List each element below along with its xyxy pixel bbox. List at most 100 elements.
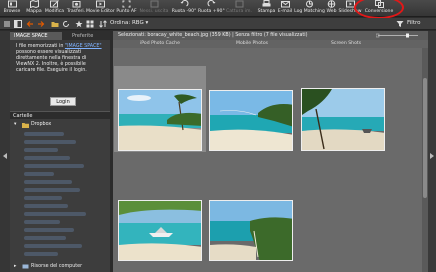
beach-thumbnail[interactable] bbox=[301, 88, 385, 151]
sort-order-dropdown[interactable]: Ordina: RBG ▾ bbox=[110, 20, 148, 26]
filter-button[interactable]: Filtro bbox=[407, 20, 420, 26]
collapse-left-arrow-icon[interactable] bbox=[3, 153, 7, 159]
message-rest: possono essere visualizzati direttamente… bbox=[16, 50, 87, 73]
beach-photo-2 bbox=[210, 91, 292, 150]
thumbnail-cell[interactable] bbox=[207, 66, 299, 152]
capture-button[interactable]: Cattura im. bbox=[225, 0, 253, 17]
message-prefix: I file memorizzati in bbox=[16, 44, 65, 49]
folder-icon bbox=[22, 123, 29, 128]
blurred-folder-row bbox=[24, 252, 58, 256]
blurred-folder-row bbox=[24, 132, 64, 136]
tree-expander-icon[interactable]: ▾ bbox=[14, 122, 16, 127]
browse-button[interactable]: Browse bbox=[1, 0, 23, 17]
map-icon bbox=[29, 0, 39, 8]
beach-photo-1 bbox=[119, 90, 201, 150]
blurred-folder-row bbox=[24, 164, 84, 168]
edit-label: Modifica bbox=[44, 9, 65, 14]
folder-tree: ▾ Dropbox ▸ Risorse del computer bbox=[10, 119, 110, 272]
rotate-left-button[interactable]: Ruota -90° bbox=[171, 0, 197, 17]
folder-label-ipod-photo-cache: iPod Photo Cache bbox=[140, 41, 180, 46]
thumbnail-cell[interactable] bbox=[207, 171, 299, 261]
email-icon bbox=[280, 1, 290, 8]
thumbnail-cell-selected[interactable] bbox=[114, 66, 206, 152]
left-collapse-strip[interactable] bbox=[0, 31, 10, 272]
blurred-folder-row bbox=[24, 188, 80, 192]
thumbnail-cell[interactable] bbox=[299, 66, 391, 152]
menu-icon[interactable] bbox=[3, 20, 11, 28]
thumbnail-cell[interactable] bbox=[114, 171, 206, 261]
map-button[interactable]: Mappa bbox=[24, 0, 44, 17]
browse-label: Browse bbox=[3, 9, 21, 14]
scrollbar-thumb[interactable] bbox=[423, 78, 427, 198]
blurred-folder-row bbox=[24, 244, 82, 248]
print-icon bbox=[262, 0, 271, 7]
right-collapse-strip[interactable] bbox=[428, 31, 436, 272]
view-bar: Ordina: RBG ▾ Filtro bbox=[0, 18, 436, 30]
image-space-link[interactable]: "IMAGE SPACE" bbox=[65, 44, 102, 49]
blurred-folder-row bbox=[24, 236, 66, 240]
computer-icon bbox=[22, 264, 29, 269]
log-matching-icon bbox=[306, 0, 313, 8]
web-button[interactable]: Web bbox=[325, 0, 338, 17]
tree-item-dropbox[interactable]: Dropbox bbox=[31, 122, 51, 127]
no-output-button[interactable]: Nessi. uscita bbox=[138, 0, 170, 17]
blurred-folder-row bbox=[24, 148, 58, 152]
tree-expander-icon[interactable]: ▸ bbox=[14, 264, 16, 269]
image-space-message: I file memorizzati in "IMAGE SPACE" poss… bbox=[16, 44, 106, 90]
blurred-folder-row bbox=[24, 204, 68, 208]
beach-thumbnail[interactable] bbox=[209, 90, 293, 151]
blurred-folder-row bbox=[24, 172, 54, 176]
selection-status: Selezionati: boracay_white_beach.jpg (35… bbox=[118, 33, 308, 38]
view-grid-icon[interactable] bbox=[86, 20, 94, 28]
af-point-label: Punto AF bbox=[116, 9, 137, 14]
expand-right-arrow-icon[interactable] bbox=[430, 153, 434, 159]
no-output-label: Nessi. uscita bbox=[139, 9, 169, 14]
up-folder-icon[interactable] bbox=[51, 20, 59, 28]
capture-icon bbox=[235, 0, 243, 8]
refresh-icon[interactable] bbox=[62, 20, 70, 28]
rotate-right-button[interactable]: Ruota +90° bbox=[198, 0, 225, 17]
beach-thumbnail[interactable] bbox=[118, 200, 202, 261]
print-label: Stampa bbox=[257, 9, 276, 14]
left-panel: IMAGE SPACE Preferite I file memorizzati… bbox=[10, 31, 110, 272]
thumbnail-size-slider[interactable] bbox=[376, 33, 420, 38]
rotate-left-label: Ruota -90° bbox=[171, 9, 197, 14]
af-point-icon bbox=[122, 0, 131, 8]
folders-header: Cartelle bbox=[10, 111, 110, 119]
tab-favorites[interactable]: Preferite bbox=[68, 32, 97, 40]
rating-star-icon[interactable] bbox=[75, 20, 83, 28]
web-label: Web bbox=[326, 9, 337, 14]
map-label: Mappa bbox=[26, 9, 42, 14]
blurred-folder-row bbox=[24, 156, 70, 160]
web-icon bbox=[327, 0, 336, 8]
movie-editor-button[interactable]: Movie Editor bbox=[86, 0, 115, 17]
log-matching-label: Log Matching bbox=[294, 9, 325, 14]
beach-thumbnail[interactable] bbox=[118, 89, 202, 151]
forward-arrow-icon[interactable] bbox=[37, 20, 45, 28]
vertical-scrollbar[interactable] bbox=[422, 48, 428, 272]
beach-thumbnail[interactable] bbox=[209, 200, 293, 261]
movie-editor-label: Movie Editor bbox=[86, 9, 115, 14]
back-arrow-icon[interactable] bbox=[26, 20, 34, 28]
thumbnail-area: Selezionati: boracay_white_beach.jpg (35… bbox=[113, 31, 428, 272]
email-button[interactable]: E-mail bbox=[276, 0, 294, 17]
tab-image-space[interactable]: IMAGE SPACE bbox=[10, 32, 62, 40]
af-point-button[interactable]: Punto AF bbox=[116, 0, 137, 17]
transfer-button[interactable]: Trasferi. bbox=[66, 0, 86, 17]
blurred-folder-row bbox=[24, 228, 74, 232]
movie-editor-icon bbox=[95, 0, 105, 8]
folder-label-screen-shots: Screen Shots bbox=[331, 41, 362, 46]
rotate-right-label: Ruota +90° bbox=[198, 9, 225, 14]
print-button[interactable]: Stampa bbox=[257, 0, 276, 17]
status-bar: Selezionati: boracay_white_beach.jpg (35… bbox=[113, 31, 428, 40]
log-matching-button[interactable]: Log Matching bbox=[294, 0, 325, 17]
filter-icon[interactable] bbox=[396, 20, 404, 28]
panel-left-icon[interactable] bbox=[14, 20, 22, 28]
transfer-label: Trasferi. bbox=[66, 9, 86, 14]
sort-icon[interactable] bbox=[99, 20, 107, 28]
login-button[interactable]: Login bbox=[50, 97, 76, 106]
folder-label-mobile-photos: Mobile Photos bbox=[236, 41, 269, 46]
tree-item-computer[interactable]: Risorse del computer bbox=[31, 264, 82, 269]
edit-button[interactable]: Modifica bbox=[44, 0, 65, 17]
beach-photo-4 bbox=[119, 201, 201, 260]
